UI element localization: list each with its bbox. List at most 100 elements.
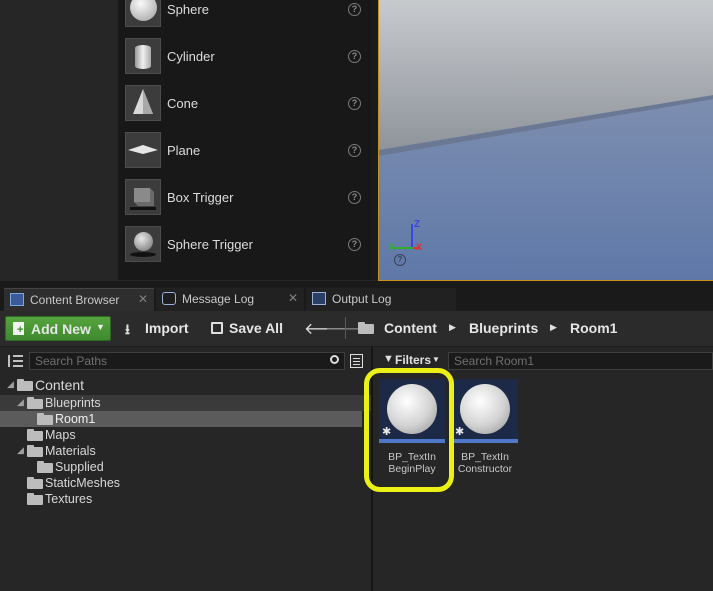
actor-item-sphere-trigger[interactable]: Sphere Trigger ? (118, 222, 371, 269)
axis-label-y: Y (388, 242, 395, 252)
folder-open-icon (358, 322, 374, 334)
breadcrumb: Content ▶ Blueprints ▶ Room1 (356, 316, 686, 341)
content-browser-icon (10, 293, 24, 306)
plane-icon (125, 132, 161, 168)
save-all-button[interactable]: Save All (206, 316, 292, 341)
search-assets-input[interactable]: Search Room1 (448, 352, 713, 370)
breadcrumb-item[interactable]: Room1 (570, 320, 617, 336)
add-new-label: Add New (31, 321, 91, 337)
plus-icon: + (17, 324, 24, 336)
chevron-right-icon[interactable]: ▶ (449, 322, 456, 333)
close-icon[interactable]: ✕ (138, 292, 148, 306)
tree-item-label: Textures (45, 492, 93, 506)
chevron-down-icon: ▼ (96, 322, 105, 332)
help-icon[interactable]: ? (394, 254, 406, 266)
tree-item-staticmeshes[interactable]: StaticMeshes (0, 475, 371, 491)
asset-type-bar (452, 439, 518, 443)
level-viewport[interactable]: Z Y X ? (378, 0, 713, 281)
path-tree-panel: Search Paths ◢ Content ◢ Blueprints Room… (0, 347, 371, 591)
actor-item-plane[interactable]: Plane ? (118, 128, 371, 175)
tab-output-log[interactable]: Output Log (306, 288, 456, 311)
sphere-icon (460, 384, 510, 434)
download-icon: ⭳ (125, 321, 130, 337)
output-log-icon (312, 292, 326, 305)
tree-item-supplied[interactable]: Supplied (0, 459, 371, 475)
help-icon[interactable]: ? (348, 50, 361, 63)
star-icon: ✱ (455, 426, 465, 438)
panel-divider[interactable] (371, 0, 378, 280)
help-icon[interactable]: ? (348, 191, 361, 204)
actor-label-cone: Cone (167, 96, 199, 111)
tree-item-maps[interactable]: Maps (0, 427, 371, 443)
actor-label-sphere: Sphere (167, 2, 209, 17)
sphere-trigger-icon (125, 226, 161, 262)
import-button[interactable]: ⭳ Import (121, 316, 195, 341)
axis-label-x: X (416, 242, 423, 252)
asset-type-bar (379, 439, 445, 443)
chevron-right-icon[interactable]: ▶ (550, 322, 557, 333)
tree-item-label: Materials (45, 444, 96, 458)
folder-open-icon (27, 397, 43, 409)
expand-arrow-icon[interactable]: ◢ (7, 379, 14, 390)
folder-icon (37, 413, 53, 425)
tree-item-content[interactable]: ◢ Content (0, 377, 371, 393)
actor-label-plane: Plane (167, 143, 201, 158)
viewport-floor (379, 0, 713, 280)
actor-item-sphere[interactable]: Sphere ? (118, 0, 371, 34)
tree-item-blueprints[interactable]: ◢ Blueprints (0, 395, 371, 411)
help-icon[interactable]: ? (348, 238, 361, 251)
asset-thumbnail: ✱ (379, 379, 445, 443)
search-assets-placeholder: Search Room1 (454, 354, 535, 368)
search-paths-input[interactable]: Search Paths (29, 352, 345, 370)
tab-label: Content Browser (30, 293, 120, 307)
folder-open-icon (17, 379, 33, 391)
folder-icon (27, 493, 43, 505)
actor-label-cylinder: Cylinder (167, 49, 215, 64)
left-side-strip (0, 0, 118, 280)
axis-label-z: Z (414, 219, 421, 230)
help-icon[interactable]: ? (348, 144, 361, 157)
folder-icon (27, 477, 43, 489)
tree-item-label: Content (35, 377, 85, 393)
breadcrumb-item[interactable]: Content (384, 320, 437, 336)
tab-content-browser[interactable]: Content Browser ✕ (4, 288, 154, 311)
tab-label: Output Log (332, 292, 392, 306)
box-trigger-icon (125, 179, 161, 215)
collapse-sources-icon[interactable] (8, 355, 23, 367)
add-new-button[interactable]: + Add New ▼ (5, 316, 111, 341)
sphere-icon (125, 0, 161, 27)
import-label: Import (145, 320, 189, 336)
close-icon[interactable]: ✕ (288, 291, 298, 305)
tab-strip: Content Browser ✕ Message Log ✕ Output L… (0, 281, 713, 311)
cylinder-icon (125, 38, 161, 74)
message-log-icon (162, 292, 176, 305)
tree-item-label: Maps (45, 428, 76, 442)
tree-item-label: Blueprints (45, 396, 101, 410)
actor-item-box-trigger[interactable]: Box Trigger ? (118, 175, 371, 222)
asset-view-panel: ▼ Filters ▼ Search Room1 ✱ BP_TextIn Begi… (373, 347, 713, 591)
toolbar-divider (345, 317, 346, 339)
actor-item-cylinder[interactable]: Cylinder ? (118, 34, 371, 81)
place-actors-list: Sphere ? Cylinder ? Cone ? Plane ? Box T… (118, 0, 371, 280)
search-icon (330, 355, 339, 364)
tree-item-label: StaticMeshes (45, 476, 121, 490)
tree-item-materials[interactable]: ◢ Materials (0, 443, 371, 459)
help-icon[interactable]: ? (348, 3, 361, 16)
tree-item-textures[interactable]: Textures (0, 491, 371, 507)
breadcrumb-item[interactable]: Blueprints (469, 320, 538, 336)
expand-arrow-icon[interactable]: ◢ (17, 397, 24, 408)
filters-button[interactable]: ▼ Filters ▼ (379, 352, 443, 370)
save-icon (211, 322, 223, 334)
path-view-options-icon[interactable] (350, 354, 363, 368)
help-icon[interactable]: ? (348, 97, 361, 110)
tree-item-label: Supplied (55, 460, 104, 474)
search-paths-placeholder: Search Paths (35, 354, 108, 368)
tree-item-room1[interactable]: Room1 (0, 411, 362, 427)
tab-label: Message Log (182, 292, 255, 306)
filters-label: Filters (395, 353, 432, 367)
asset-thumbnail: ✱ (452, 379, 518, 443)
expand-arrow-icon[interactable]: ◢ (17, 445, 24, 456)
tab-message-log[interactable]: Message Log ✕ (156, 288, 304, 311)
actor-item-cone[interactable]: Cone ? (118, 81, 371, 128)
content-browser-toolbar: + Add New ▼ ⭳ Import Save All 🡐 🡒 Conten… (0, 311, 713, 347)
